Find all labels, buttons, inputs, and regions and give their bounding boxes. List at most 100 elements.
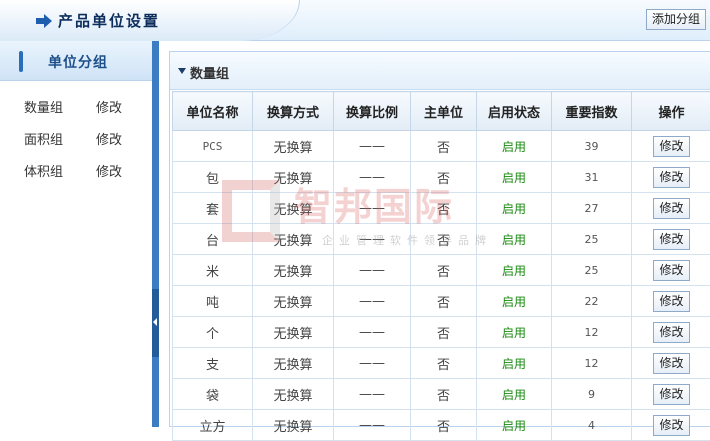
table-row: 套无换算——否启用27 修改 [173, 193, 710, 224]
edit-button[interactable]: 修改 [653, 229, 690, 250]
unit-group-header[interactable]: 数量组 [170, 52, 710, 90]
edit-button[interactable]: 修改 [653, 136, 690, 157]
importance-index-cell: 27 [552, 193, 632, 224]
status-cell: 启用 [477, 255, 552, 286]
table-row: 台无换算——否启用25修改 [173, 224, 710, 255]
main-unit-cell: 否 [411, 286, 477, 317]
group-list: 数量组修改面积组修改体积组 修改 [0, 81, 152, 177]
column-header: 主单位 [411, 92, 477, 131]
main-unit-cell: 否 [411, 255, 477, 286]
sidebar-header: 单位分组 [0, 41, 152, 81]
unit-group-title: 数量组 [190, 63, 229, 82]
table-row: 米无换算——否启用25修改 [173, 255, 710, 286]
action-cell: 修改 [632, 379, 710, 410]
unit-name-cell: 米 [173, 255, 253, 286]
conversion-method-cell: 无换算 [253, 317, 334, 348]
conversion-method-cell: 无换算 [253, 224, 334, 255]
conversion-method-cell: 无换算 [253, 379, 334, 410]
edit-button[interactable]: 修改 [653, 198, 690, 219]
group-edit-link[interactable]: 修改 [96, 161, 122, 180]
sidebar-header-bar [19, 51, 23, 72]
edit-button[interactable]: 修改 [653, 353, 690, 374]
arrow-right-icon [36, 14, 52, 28]
unit-name-cell: 套 [173, 193, 253, 224]
add-group-button[interactable]: 添加分组 [646, 9, 706, 30]
unit-name-cell: 吨 [173, 286, 253, 317]
conversion-method-cell: 无换算 [253, 162, 334, 193]
sidebar-title: 单位分组 [48, 52, 108, 72]
page-title: 产品单位设置 [36, 10, 160, 31]
table-row: 包无换算——否启用31修改 [173, 162, 710, 193]
importance-index-cell: 22 [552, 286, 632, 317]
edit-button[interactable]: 修改 [653, 291, 690, 312]
main-unit-cell: 否 [411, 317, 477, 348]
action-cell: 修改 [632, 286, 710, 317]
main-unit-cell: 否 [411, 162, 477, 193]
unit-name-cell: 立方 [173, 410, 253, 441]
importance-index-cell: 39 [552, 131, 632, 162]
importance-index-cell: 25 [552, 224, 632, 255]
collapse-sidebar-button[interactable] [152, 289, 159, 357]
edit-button[interactable]: 修改 [653, 322, 690, 343]
group-item[interactable]: 数量组修改 [0, 81, 152, 113]
column-header: 启用状态 [477, 92, 552, 131]
edit-button[interactable]: 修改 [653, 384, 690, 405]
group-item[interactable]: 体积组 修改 [0, 145, 152, 177]
table-row: 袋无换算——否启用9修改 [173, 379, 710, 410]
conversion-ratio-cell: —— [334, 255, 411, 286]
status-cell: 启用 [477, 162, 552, 193]
edit-button[interactable]: 修改 [653, 415, 690, 436]
conversion-ratio-cell: —— [334, 410, 411, 441]
action-cell: 修改 [632, 348, 710, 379]
collapse-triangle-icon [178, 68, 186, 74]
page-header: 产品单位设置 添加分组 [0, 0, 710, 41]
status-cell: 启用 [477, 410, 552, 441]
unit-name-cell: PCS [173, 131, 253, 162]
unit-name-cell: 包 [173, 162, 253, 193]
unit-name-cell: 支 [173, 348, 253, 379]
status-cell: 启用 [477, 224, 552, 255]
table-row: 支无换算——否启用12修改 [173, 348, 710, 379]
main-unit-cell: 否 [411, 348, 477, 379]
edit-button[interactable]: 修改 [653, 260, 690, 281]
edit-button[interactable]: 修改 [653, 167, 690, 188]
panel-splitter[interactable] [152, 41, 159, 427]
status-cell: 启用 [477, 131, 552, 162]
main-unit-cell: 否 [411, 131, 477, 162]
status-cell: 启用 [477, 348, 552, 379]
unit-table: 单位名称换算方式换算比例主单位启用状态重要指数操作 PCS无换算——否启用39修… [172, 91, 710, 441]
action-cell: 修改 [632, 193, 710, 224]
conversion-method-cell: 无换算 [253, 255, 334, 286]
group-name[interactable]: 体积组 [24, 161, 63, 180]
conversion-ratio-cell: —— [334, 162, 411, 193]
unit-panel: 数量组 单位名称换算方式换算比例主单位启用状态重要指数操作 PCS无换算——否启… [159, 41, 710, 427]
table-row: PCS无换算——否启用39修改 [173, 131, 710, 162]
status-cell: 启用 [477, 193, 552, 224]
page-title-text: 产品单位设置 [58, 10, 160, 31]
importance-index-cell: 9 [552, 379, 632, 410]
table-row: 个无换算——否启用12修改 [173, 317, 710, 348]
conversion-ratio-cell: —— [334, 193, 411, 224]
importance-index-cell: 12 [552, 317, 632, 348]
group-sidebar: 单位分组 数量组修改面积组修改体积组 修改 [0, 41, 152, 427]
conversion-method-cell: 无换算 [253, 193, 334, 224]
main-unit-cell: 否 [411, 193, 477, 224]
importance-index-cell: 4 [552, 410, 632, 441]
column-header: 换算方式 [253, 92, 334, 131]
action-cell: 修改 [632, 410, 710, 441]
action-cell: 修改 [632, 255, 710, 286]
table-row: 立方无换算——否启用4修改 [173, 410, 710, 441]
conversion-method-cell: 无换算 [253, 410, 334, 441]
table-body: PCS无换算——否启用39修改包无换算——否启用31修改套无换算——否启用27修… [173, 131, 710, 441]
table-header-row: 单位名称换算方式换算比例主单位启用状态重要指数操作 [173, 92, 710, 131]
unit-group-box: 数量组 单位名称换算方式换算比例主单位启用状态重要指数操作 PCS无换算——否启… [169, 51, 710, 427]
group-item[interactable]: 面积组修改 [0, 113, 152, 145]
conversion-ratio-cell: —— [334, 224, 411, 255]
column-header: 单位名称 [173, 92, 253, 131]
conversion-method-cell: 无换算 [253, 286, 334, 317]
action-cell: 修改 [632, 224, 710, 255]
unit-name-cell: 个 [173, 317, 253, 348]
chevron-left-icon [153, 318, 157, 326]
column-header: 重要指数 [552, 92, 632, 131]
conversion-method-cell: 无换算 [253, 131, 334, 162]
